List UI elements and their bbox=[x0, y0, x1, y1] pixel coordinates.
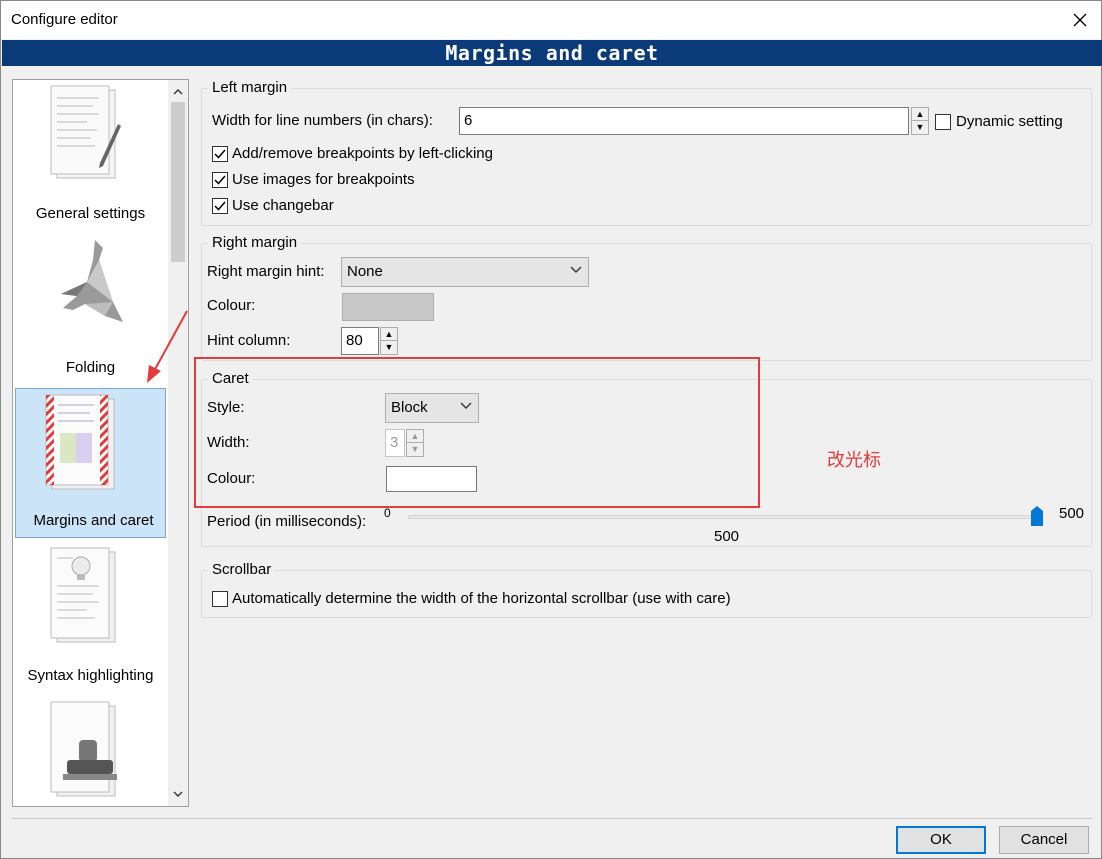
margin-hint-value: None bbox=[347, 263, 383, 280]
sidebar-item-syntax-highlighting[interactable]: Syntax highlighting bbox=[13, 542, 168, 692]
margin-colour-label: Colour: bbox=[207, 297, 256, 314]
scrollbar-thumb[interactable] bbox=[171, 102, 185, 262]
checkmark-icon bbox=[214, 149, 226, 159]
period-value-label: 500 bbox=[714, 528, 740, 545]
chevron-up-icon[interactable] bbox=[168, 82, 188, 102]
dynamic-setting-label: Dynamic setting bbox=[956, 113, 1063, 130]
hint-column-input[interactable]: 80 bbox=[341, 327, 379, 355]
spin-up-icon[interactable]: ▲ bbox=[912, 108, 928, 121]
chevron-down-icon[interactable] bbox=[168, 784, 188, 804]
sidebar-item-label: Syntax highlighting bbox=[27, 667, 154, 684]
changebar-checkbox[interactable] bbox=[212, 198, 228, 214]
window-title: Configure editor bbox=[11, 11, 118, 28]
annotation-note: 改光标 bbox=[827, 450, 881, 470]
checkmark-icon bbox=[214, 175, 226, 185]
checkmark-icon bbox=[214, 201, 226, 211]
period-slider-track[interactable] bbox=[408, 515, 1038, 519]
sidebar-item-general-settings[interactable]: General settings bbox=[13, 80, 168, 230]
sidebar-scrollbar[interactable] bbox=[168, 80, 188, 806]
cancel-button[interactable]: Cancel bbox=[999, 826, 1089, 854]
page-banner: Margins and caret bbox=[2, 40, 1102, 66]
origami-bird-icon bbox=[61, 240, 123, 322]
title-bar: Configure editor bbox=[1, 1, 1101, 39]
annotation-highlight-box bbox=[194, 357, 760, 508]
period-label: Period (in milliseconds): bbox=[207, 513, 367, 530]
period-max-label: 500 bbox=[1059, 505, 1085, 522]
sidebar-item-label: Margins and caret bbox=[33, 512, 154, 529]
auto-scrollbar-width-checkbox[interactable] bbox=[212, 591, 228, 607]
breakpoint-images-label: Use images for breakpoints bbox=[232, 171, 415, 188]
period-min-label: 0 bbox=[384, 506, 391, 520]
spin-down-icon[interactable]: ▼ bbox=[912, 121, 928, 134]
sidebar-item-margins-and-caret[interactable]: Margins and caret bbox=[15, 388, 166, 538]
margins-document-icon bbox=[45, 394, 115, 490]
group-title: Left margin bbox=[208, 79, 292, 96]
period-slider-thumb[interactable] bbox=[1030, 505, 1044, 527]
breakpoints-click-label: Add/remove breakpoints by left-clicking bbox=[232, 145, 493, 162]
changebar-label: Use changebar bbox=[232, 197, 334, 214]
sidebar-item-label: General settings bbox=[35, 205, 146, 222]
auto-scrollbar-width-label: Automatically determine the width of the… bbox=[232, 590, 731, 607]
margin-hint-select[interactable]: None bbox=[341, 257, 589, 287]
spin-up-icon[interactable]: ▲ bbox=[381, 328, 397, 341]
margin-hint-label: Right margin hint: bbox=[207, 263, 325, 280]
hint-column-spinner[interactable]: ▲ ▼ bbox=[380, 327, 398, 355]
document-stamp-icon bbox=[50, 701, 117, 797]
close-icon[interactable] bbox=[1065, 5, 1095, 35]
document-lightbulb-icon bbox=[50, 547, 116, 643]
spin-down-icon[interactable]: ▼ bbox=[381, 341, 397, 354]
separator bbox=[12, 818, 1092, 819]
configure-editor-window: Configure editor Margins and caret Gener… bbox=[0, 0, 1102, 859]
right-margin-group: Right margin bbox=[201, 234, 1092, 361]
margin-colour-button[interactable] bbox=[342, 293, 434, 321]
breakpoint-images-checkbox[interactable] bbox=[212, 172, 228, 188]
ok-button[interactable]: OK bbox=[896, 826, 986, 854]
category-list: General settings Folding Margins and car… bbox=[12, 79, 189, 807]
breakpoints-click-checkbox[interactable] bbox=[212, 146, 228, 162]
dynamic-setting-checkbox[interactable] bbox=[935, 114, 951, 130]
line-numbers-width-spinner[interactable]: ▲ ▼ bbox=[911, 107, 929, 135]
document-pencil-icon bbox=[50, 85, 121, 179]
hint-column-label: Hint column: bbox=[207, 332, 291, 349]
line-numbers-width-label: Width for line numbers (in chars): bbox=[212, 112, 433, 129]
sidebar-item-stamp[interactable] bbox=[13, 696, 168, 806]
group-title: Right margin bbox=[208, 234, 302, 251]
line-numbers-width-input[interactable]: 6 bbox=[459, 107, 909, 135]
chevron-down-icon bbox=[570, 266, 582, 273]
group-title: Scrollbar bbox=[208, 561, 276, 578]
annotation-arrow-icon bbox=[147, 310, 188, 383]
